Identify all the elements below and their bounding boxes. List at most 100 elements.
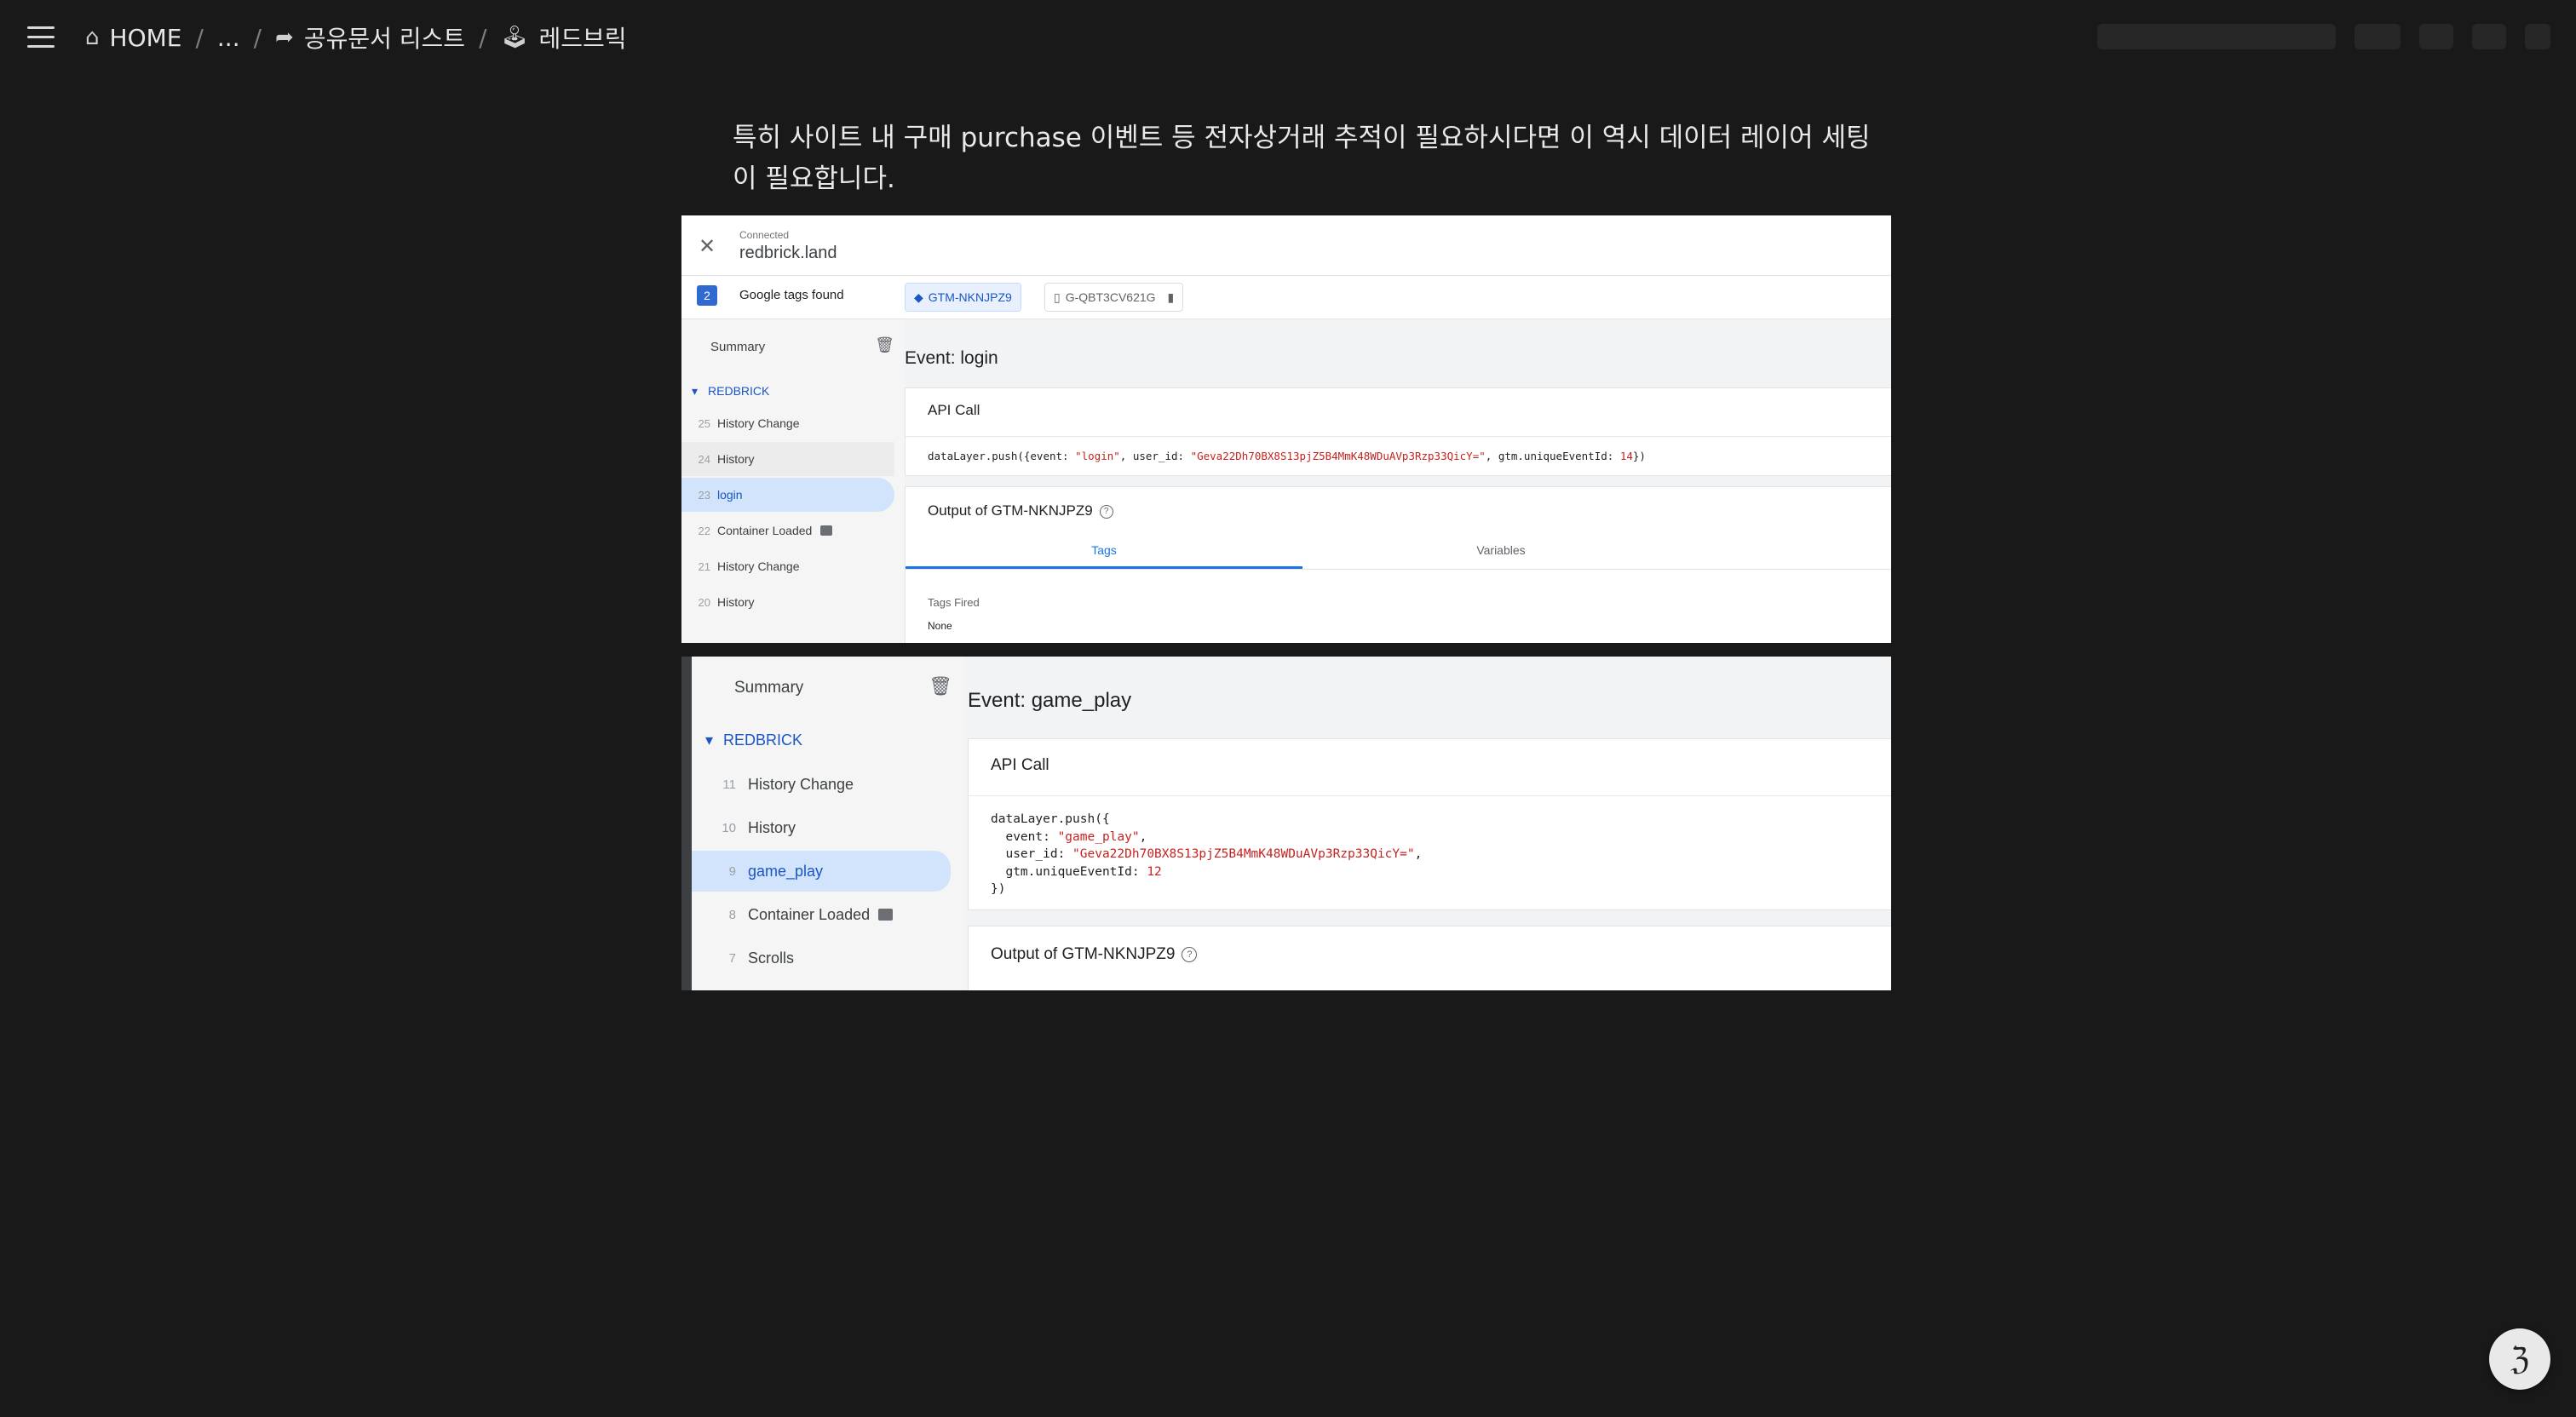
menu-icon[interactable] [24, 23, 58, 52]
api-call-title: API Call [991, 756, 1049, 774]
tab-variables[interactable]: Variables [1302, 531, 1699, 569]
event-item[interactable]: 8 Container Loaded [692, 894, 951, 935]
breadcrumb: ⌂ HOME / ... / ➦ 공유문서 리스트 / 🕹 레드브릭 [85, 0, 627, 75]
container-group[interactable]: ▾ REDBRICK [692, 384, 769, 399]
embedded-screenshot-login[interactable]: ✕ Connected redbrick.land 2 Google tags … [681, 215, 1891, 643]
tag-icon: ▯ [1054, 290, 1061, 304]
caret-down-icon: ▾ [705, 731, 714, 749]
output-tabs: Tags Variables [906, 531, 1891, 570]
event-number: 21 [698, 559, 710, 573]
api-call-code: dataLayer.push({event: "login", user_id:… [928, 450, 1646, 462]
api-call-card: API Call dataLayer.push({ event: "game_p… [968, 738, 1891, 910]
blurred-toolbar-item[interactable] [2525, 24, 2550, 49]
event-item[interactable]: 21 History Change [681, 549, 894, 583]
breadcrumb-ellipsis[interactable]: ... [217, 24, 240, 52]
bar-chart-icon: ▮ [1167, 290, 1175, 304]
blurred-toolbar-item[interactable] [2097, 24, 2336, 49]
summary-label[interactable]: Summary [710, 340, 765, 354]
connection-header: ✕ Connected redbrick.land [681, 215, 1891, 276]
gtm-chip-label: GTM-NKNJPZ9 [928, 290, 1012, 304]
blurred-toolbar-item[interactable] [2355, 24, 2401, 49]
gtm-container-chip[interactable]: ◆ GTM-NKNJPZ9 [905, 283, 1021, 312]
event-label: Container Loaded [717, 524, 813, 537]
event-number: 7 [728, 950, 736, 966]
top-bar: ⌂ HOME / ... / ➦ 공유문서 리스트 / 🕹 레드브릭 [0, 0, 2576, 75]
event-item-selected[interactable]: 9 game_play [692, 851, 951, 892]
floating-help-button[interactable]: ℨ [2489, 1328, 2550, 1390]
caret-down-icon: ▾ [692, 384, 699, 398]
output-title: Output of GTM-NKNJPZ9? [928, 502, 1113, 519]
event-number: 23 [698, 488, 710, 502]
api-call-card: API Call dataLayer.push({event: "login",… [905, 387, 1891, 476]
event-number: 9 [728, 863, 736, 879]
event-number: 22 [698, 524, 710, 537]
container-badge-icon [820, 525, 833, 536]
home-icon: ⌂ [85, 25, 100, 50]
event-number: 11 [722, 777, 736, 792]
ga-tag-chip[interactable]: ▯ G-QBT3CV621G ▮ [1044, 283, 1184, 312]
event-label: Container Loaded [748, 905, 871, 923]
breadcrumb-current[interactable]: 🕹 레드브릭 [501, 20, 627, 54]
ga-chip-label: G-QBT3CV621G [1065, 290, 1156, 304]
close-icon[interactable]: ✕ [699, 234, 716, 259]
api-call-title: API Call [928, 402, 980, 418]
breadcrumb-home[interactable]: ⌂ HOME [85, 24, 181, 52]
container-group[interactable]: ▾ REDBRICK [705, 731, 802, 749]
event-detail: Event: game_play API Call dataLayer.push… [964, 657, 1891, 990]
breadcrumb-current-label: 레드브릭 [538, 25, 627, 53]
event-item-selected[interactable]: 23 login [681, 478, 894, 512]
event-sidebar: Summary 🗑 ▾ REDBRICK 11 History Change 10… [692, 657, 964, 990]
event-label: History Change [717, 559, 800, 573]
event-item[interactable]: 25 History Change [681, 406, 894, 440]
top-right-actions [2097, 24, 2550, 49]
event-item[interactable]: 7 Scrolls [692, 938, 951, 978]
event-item[interactable]: 20 History [681, 585, 894, 619]
container-badge-icon [878, 909, 894, 921]
event-label: game_play [748, 862, 824, 880]
event-sidebar: Summary 🗑 ▾ REDBRICK 25 History Change 24… [681, 319, 905, 643]
event-title: Event: game_play [968, 689, 1132, 712]
event-label: History Change [717, 416, 800, 430]
help-icon: ? [1182, 946, 1198, 962]
output-card: Output of GTM-NKNJPZ9? [968, 926, 1891, 990]
tags-fired-label: Tags Fired [928, 596, 980, 609]
output-title: Output of GTM-NKNJPZ9? [991, 945, 1198, 964]
connected-label: Connected [739, 229, 790, 241]
event-item[interactable]: 10 History [692, 807, 951, 848]
event-item[interactable]: 24 History [681, 442, 894, 476]
event-label: Scrolls [748, 949, 795, 967]
event-number: 10 [722, 820, 736, 835]
connected-domain: redbrick.land [739, 244, 837, 262]
blurred-toolbar-item[interactable] [2419, 24, 2453, 49]
blurred-toolbar-item[interactable] [2472, 24, 2506, 49]
event-item[interactable]: 22 Container Loaded [681, 513, 894, 548]
clear-trash-icon[interactable]: 🗑 [875, 336, 894, 354]
breadcrumb-separator: / [253, 23, 262, 52]
share-arrow-icon: ➦ [275, 25, 294, 50]
event-number: 24 [698, 452, 710, 466]
event-item[interactable]: 11 History Change [692, 764, 951, 805]
breadcrumb-separator: / [195, 23, 204, 52]
help-icon: ? [1099, 504, 1113, 519]
tags-found-label: Google tags found [739, 288, 844, 302]
event-detail: Event: login API Call dataLayer.push({ev… [905, 319, 1891, 643]
breadcrumb-home-label: HOME [109, 23, 182, 52]
clear-trash-icon[interactable]: 🗑 [929, 675, 952, 697]
group-label: REDBRICK [708, 384, 770, 398]
breadcrumb-shared[interactable]: ➦ 공유문서 리스트 [275, 20, 465, 54]
document-paragraph: 특히 사이트 내 구매 purchase 이벤트 등 전자상거래 추적이 필요하… [733, 123, 1871, 194]
tags-count-badge: 2 [697, 285, 717, 306]
output-card: Output of GTM-NKNJPZ9? Tags Variables Ta… [905, 486, 1891, 643]
event-number: 20 [698, 595, 710, 609]
embedded-screenshot-game-play[interactable]: Summary 🗑 ▾ REDBRICK 11 History Change 10… [681, 657, 1891, 990]
tags-bar: 2 Google tags found ◆ GTM-NKNJPZ9 ▯ G-QB… [681, 276, 1891, 319]
tags-fired-value: None [928, 620, 952, 632]
group-label: REDBRICK [723, 731, 803, 749]
gtm-diamond-icon: ◆ [914, 290, 923, 304]
event-label: History [748, 818, 796, 836]
summary-label[interactable]: Summary [734, 679, 803, 697]
api-call-code: dataLayer.push({ event: "game_play", use… [991, 812, 1423, 896]
tab-tags[interactable]: Tags [906, 531, 1302, 569]
event-title: Event: login [905, 348, 998, 368]
event-label: History [717, 595, 755, 609]
